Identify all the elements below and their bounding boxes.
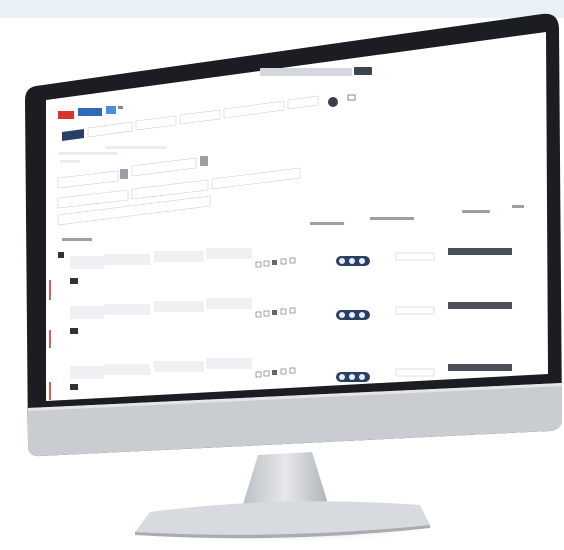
top-button[interactable] — [354, 67, 372, 75]
select-all[interactable] — [62, 238, 92, 241]
form-input-2[interactable] — [131, 157, 197, 177]
trash-icon[interactable] — [272, 260, 277, 265]
options-button[interactable] — [106, 106, 116, 114]
field-label-1 — [58, 152, 118, 155]
filter-4[interactable] — [512, 205, 524, 208]
action-button[interactable] — [448, 248, 512, 255]
filter-3[interactable] — [462, 210, 490, 213]
location-select[interactable] — [395, 252, 435, 261]
tab-6[interactable] — [287, 95, 319, 110]
tab-2[interactable] — [87, 121, 133, 138]
save-button[interactable] — [78, 108, 102, 116]
filter-1[interactable] — [310, 222, 344, 225]
list-row-2[interactable] — [49, 298, 512, 348]
top-search-bar[interactable] — [260, 68, 352, 76]
form-input-5[interactable] — [131, 179, 209, 200]
user-icon[interactable] — [328, 97, 338, 107]
copy-icon[interactable] — [289, 257, 296, 264]
mail-icon[interactable] — [347, 94, 356, 101]
field-label-2 — [106, 146, 166, 149]
field-label-3 — [60, 160, 80, 163]
app-screen — [49, 67, 524, 400]
tab-5[interactable] — [223, 100, 285, 119]
calendar-icon-2[interactable] — [200, 156, 208, 166]
delete-button[interactable] — [58, 111, 74, 119]
tab-3[interactable] — [135, 115, 177, 131]
print-icon[interactable] — [255, 261, 262, 268]
list-row-3[interactable] — [49, 358, 512, 400]
checkbox-icon[interactable] — [58, 252, 64, 258]
tab-4[interactable] — [179, 109, 221, 125]
list-row-1[interactable] — [49, 248, 512, 300]
mail-icon[interactable] — [280, 258, 287, 265]
form-input-1[interactable] — [57, 170, 119, 189]
calendar-icon[interactable] — [120, 169, 128, 179]
form-input-3[interactable] — [211, 167, 301, 190]
tab-active[interactable] — [62, 129, 84, 141]
filter-2[interactable] — [370, 217, 414, 220]
edit-icon[interactable] — [263, 260, 270, 267]
dropdown-icon[interactable] — [118, 106, 123, 109]
form-input-4[interactable] — [57, 189, 129, 209]
